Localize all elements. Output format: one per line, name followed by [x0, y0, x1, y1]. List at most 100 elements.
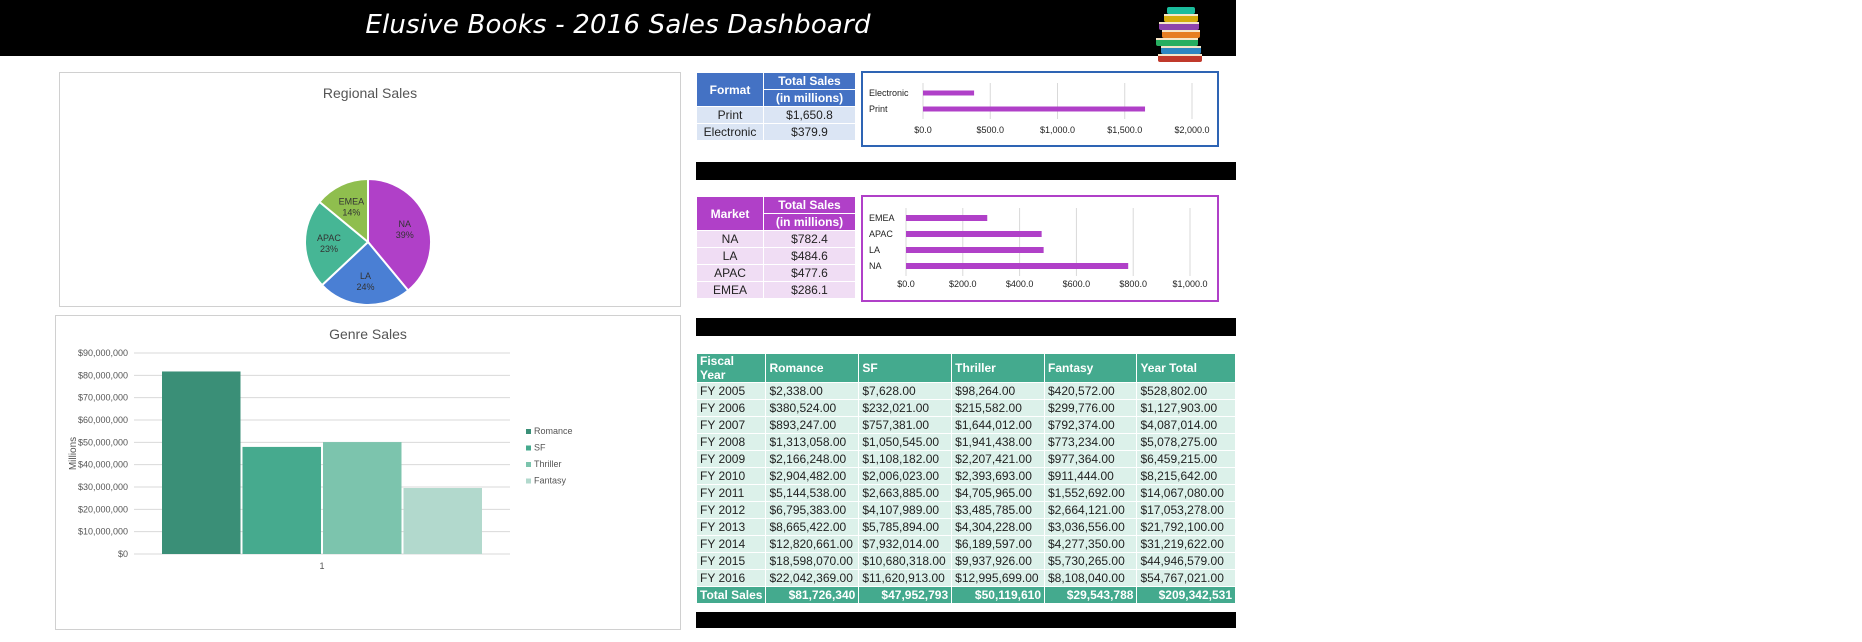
sales-cell: $2,207,421.00	[952, 451, 1044, 467]
fy-header: Fiscal Year	[697, 354, 766, 382]
pie-slice-percent: 24%	[357, 282, 375, 292]
legend-label: SF	[534, 443, 546, 453]
table-row: Print $1,650.8	[697, 107, 855, 123]
sales-cell: $6,459,215.00	[1137, 451, 1235, 467]
x-tick-label: $1,000.0	[1040, 125, 1075, 135]
sales-cell: $8,665,422.00	[766, 519, 859, 535]
bar-electronic	[923, 90, 975, 96]
market-bar-plot: $0.0 $200.0 $400.0 $600.0 $800.0 $1,000.0 EMEA…	[869, 208, 1208, 289]
pie-slice-percent: 14%	[342, 208, 360, 218]
separator-bar	[696, 612, 1236, 628]
x-tick-label: $800.0	[1119, 279, 1147, 289]
pie-slice-label: LA	[360, 271, 371, 281]
y-tick-label: $30,000,000	[78, 482, 128, 492]
sales-cell: $12,995,699.00	[952, 570, 1044, 586]
table-row: FY 2006 $380,524.00 $232,021.00 $215,582.00…	[697, 400, 1235, 416]
sales-cell: $3,485,785.00	[952, 502, 1044, 518]
book-stack-icon	[1150, 4, 1210, 66]
bar-plot: $0 $10,000,000 $20,000,000 $30,000,000 $40,0…	[68, 348, 573, 571]
x-tick-label: $2,000.0	[1174, 125, 1209, 135]
pie-slice-percent: 39%	[396, 230, 414, 240]
sales-cell: $44,946,579.00	[1137, 553, 1235, 569]
thriller-header: Thriller	[952, 354, 1044, 382]
table-row: APAC $477.6	[697, 265, 855, 281]
bar-romance	[162, 371, 241, 554]
format-bar-plot: $0.0 $500.0 $1,000.0 $1,500.0 $2,000.0 Electr…	[869, 83, 1210, 135]
table-row: NA $782.4	[697, 231, 855, 247]
table-row: LA $484.6	[697, 248, 855, 264]
market-value: $484.6	[764, 248, 855, 264]
sales-cell: $6,795,383.00	[766, 502, 859, 518]
sales-cell: $3,036,556.00	[1045, 519, 1137, 535]
sales-cell: $1,644,012.00	[952, 417, 1044, 433]
sales-cell: $4,277,350.00	[1045, 536, 1137, 552]
x-tick-label: $1,500.0	[1107, 125, 1142, 135]
sales-cell: $21,792,100.00	[1137, 519, 1235, 535]
sales-cell: $7,932,014.00	[859, 536, 952, 552]
legend-label: Thriller	[534, 459, 562, 469]
fiscal-year-cell: FY 2012	[697, 502, 766, 518]
sales-cell: $420,572.00	[1045, 383, 1137, 399]
x-tick-label: $500.0	[976, 125, 1004, 135]
fiscal-year-cell: FY 2006	[697, 400, 766, 416]
x-tick-label: $0.0	[914, 125, 932, 135]
bar-na	[906, 263, 1129, 269]
table-row: FY 2016 $22,042,369.00 $11,620,913.00 $12,9…	[697, 570, 1235, 586]
format-value: $379.9	[764, 124, 855, 140]
fiscal-year-cell: FY 2005	[697, 383, 766, 399]
market-value: $782.4	[764, 231, 855, 247]
sales-cell: $911,444.00	[1045, 468, 1137, 484]
y-tick-label: $60,000,000	[78, 415, 128, 425]
sales-cell: $4,705,965.00	[952, 485, 1044, 501]
table-row: FY 2010 $2,904,482.00 $2,006,023.00 $2,393,…	[697, 468, 1235, 484]
sales-cell: $893,247.00	[766, 417, 859, 433]
sales-cell: $17,053,278.00	[1137, 502, 1235, 518]
y-tick-label: $50,000,000	[78, 437, 128, 447]
table-row: FY 2008 $1,313,058.00 $1,050,545.00 $1,941,…	[697, 434, 1235, 450]
bar-print	[923, 106, 1146, 112]
sales-cell: $792,374.00	[1045, 417, 1137, 433]
format-header: Format	[697, 73, 763, 106]
fiscal-year-cell: FY 2011	[697, 485, 766, 501]
fiscal-year-cell: FY 2008	[697, 434, 766, 450]
sales-cell: $8,215,642.00	[1137, 468, 1235, 484]
fiscal-year-cell: FY 2015	[697, 553, 766, 569]
y-axis-label: Millions	[68, 437, 79, 470]
sales-cell: $299,776.00	[1045, 400, 1137, 416]
market-bar-chart: $0.0 $200.0 $400.0 $600.0 $800.0 $1,000.0 EMEA…	[861, 195, 1219, 302]
sales-cell: $2,006,023.00	[859, 468, 952, 484]
bar-emea	[906, 215, 988, 221]
legend-swatch	[526, 445, 531, 451]
total-sales-header: Total Sales	[764, 73, 855, 89]
total-cell: $81,726,340	[766, 587, 859, 603]
market-table: Market Total Sales (in millions) NA $782…	[696, 196, 856, 299]
legend-swatch	[526, 478, 531, 484]
separator-bar	[696, 318, 1236, 336]
sales-cell: $22,042,369.00	[766, 570, 859, 586]
table-row: FY 2005 $2,338.00 $7,628.00 $98,264.00 $420,…	[697, 383, 1235, 399]
market-value: $286.1	[764, 282, 855, 298]
table-row: FY 2011 $5,144,538.00 $2,663,885.00 $4,705,…	[697, 485, 1235, 501]
category-label: EMEA	[869, 213, 895, 223]
total-cell: $29,543,788	[1045, 587, 1137, 603]
sales-cell: $5,144,538.00	[766, 485, 859, 501]
category-label: APAC	[869, 229, 893, 239]
pie-slice-label: EMEA	[339, 197, 365, 207]
fiscal-year-cell: FY 2010	[697, 468, 766, 484]
pie-slice-label: NA	[398, 219, 411, 229]
x-tick-label: $600.0	[1063, 279, 1091, 289]
sales-cell: $215,582.00	[952, 400, 1044, 416]
market-name: EMEA	[697, 282, 763, 298]
format-table: Format Total Sales (in millions) Print $…	[696, 72, 856, 141]
total-sales-header: Total Sales	[764, 197, 855, 213]
total-sales-unit-header: (in millions)	[764, 214, 855, 230]
pie-slice-percent: 23%	[320, 244, 338, 254]
sales-cell: $232,021.00	[859, 400, 952, 416]
table-row: FY 2007 $893,247.00 $757,381.00 $1,644,012.…	[697, 417, 1235, 433]
fiscal-year-cell: FY 2007	[697, 417, 766, 433]
fiscal-year-cell: FY 2009	[697, 451, 766, 467]
sales-cell: $5,078,275.00	[1137, 434, 1235, 450]
table-row: FY 2009 $2,166,248.00 $1,108,182.00 $2,207,…	[697, 451, 1235, 467]
x-tick-label: $200.0	[949, 279, 977, 289]
fiscal-year-table: Fiscal Year Romance SF Thriller Fantasy …	[696, 353, 1236, 604]
